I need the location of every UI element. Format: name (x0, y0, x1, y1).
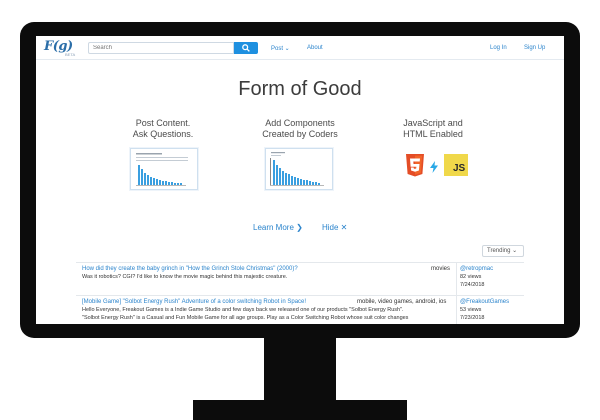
post-date: 7/23/2018 (460, 314, 485, 321)
search-icon (242, 44, 250, 52)
feature-line: HTML Enabled (403, 129, 463, 139)
post-author-link[interactable]: @FreakoutGames (460, 299, 509, 305)
post-excerpt: Was it robotics? CGI? I'd like to know t… (82, 274, 287, 282)
feature-line: Post Content. (135, 118, 191, 128)
logo-beta-label: BETA (65, 52, 76, 57)
post-meta: 82 views 7/24/2018 (460, 274, 484, 289)
feature-line: Add Components (265, 118, 335, 128)
screen: F(g) BETA Post ⌄ About Log In Sign Up Fo… (36, 36, 564, 324)
table-row[interactable]: [Mobile Game] "Solbot Energy Rush" Adven… (76, 295, 524, 324)
post-excerpt-line: Hello Everyone, Freakout Games is a Indi… (82, 307, 404, 313)
post-excerpt-line: Was it robotics? CGI? I'd like to know t… (82, 274, 288, 280)
post-title-link[interactable]: [Mobile Game] "Solbot Energy Rush" Adven… (82, 299, 306, 305)
navbar: F(g) BETA Post ⌄ About Log In Sign Up (36, 36, 564, 60)
feature-components: Add Components Created by Coders (250, 118, 350, 140)
monitor-stand-base (193, 400, 407, 420)
monitor-stand-neck (264, 336, 336, 402)
component-preview-thumbnail (265, 148, 333, 190)
search-input[interactable] (88, 42, 234, 54)
feature-js-html: JavaScript and HTML Enabled (383, 118, 483, 140)
thumbnail-chart-icon (136, 153, 188, 186)
post-author-link[interactable]: @retropmac (460, 266, 493, 272)
feature-line: Ask Questions. (132, 129, 194, 139)
js-logo-text: JS (453, 163, 466, 174)
post-tags: movies (431, 266, 451, 272)
post-views: 53 views (460, 307, 482, 313)
bolt-icon (430, 161, 438, 173)
post-preview-thumbnail (130, 148, 198, 190)
post-views: 82 views (460, 274, 482, 280)
page-title: Form of Good (238, 78, 362, 100)
post-excerpt: Hello Everyone, Freakout Games is a Indi… (82, 307, 408, 322)
post-date: 7/24/2018 (460, 281, 485, 288)
hide-intro-link[interactable]: Hide ✕ (322, 223, 347, 232)
signup-link[interactable]: Sign Up (524, 45, 545, 51)
feature-line: JavaScript and (403, 118, 463, 128)
column-divider (456, 263, 457, 295)
learn-more-link[interactable]: Learn More ❯ (253, 223, 303, 232)
login-link[interactable]: Log In (490, 45, 507, 51)
feature-post-content: Post Content. Ask Questions. (113, 118, 213, 140)
post-tags: mobile, video games, android, ios (357, 299, 447, 305)
html5-logo-icon (406, 154, 424, 177)
column-divider (456, 296, 457, 324)
post-meta: 53 views 7/23/2018 (460, 307, 484, 322)
sort-dropdown[interactable]: Trending ⌄ (482, 245, 524, 257)
search-button[interactable] (234, 42, 258, 54)
nav-about-link[interactable]: About (307, 45, 323, 51)
nav-post-dropdown[interactable]: Post ⌄ (271, 45, 290, 52)
post-excerpt-line: "Solbot Energy Rush" is a Casual and Fun… (82, 314, 409, 321)
table-row[interactable]: How did they create the baby grinch in "… (76, 262, 524, 295)
thumbnail-chart-icon (270, 152, 324, 186)
post-title-link[interactable]: How did they create the baby grinch in "… (82, 266, 298, 272)
js-logo-icon: JS (444, 154, 468, 176)
feature-line: Created by Coders (262, 129, 338, 139)
